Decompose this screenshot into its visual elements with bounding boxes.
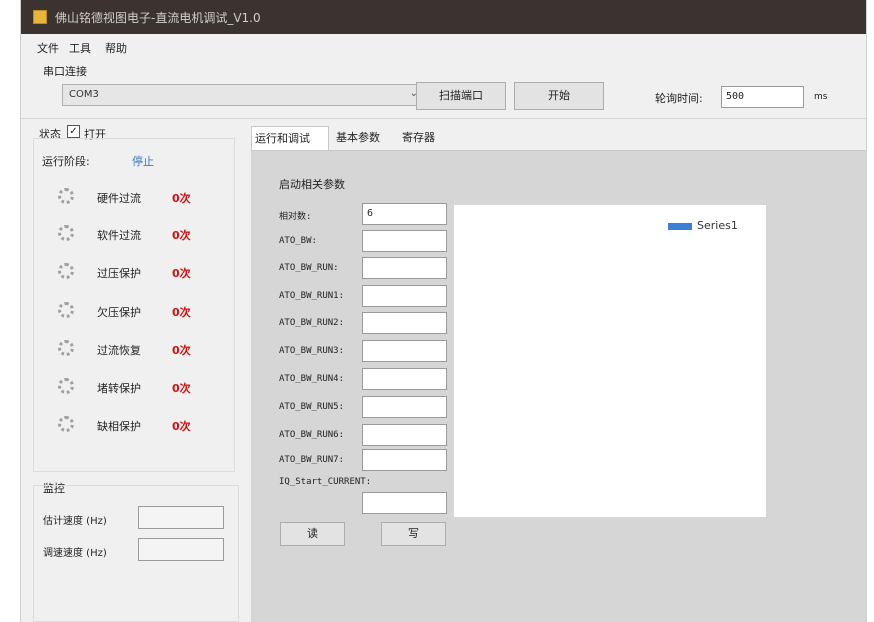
status-indicator-icon <box>58 225 74 241</box>
target-speed-field[interactable] <box>138 538 224 561</box>
param-label: ATO_BW_RUN1: <box>279 291 345 301</box>
poll-time-input[interactable]: 500 <box>721 86 804 108</box>
menu-bar: 文件 工具 帮助 <box>21 37 866 57</box>
protection-label: 堵转保护 <box>97 382 141 395</box>
status-indicator-icon <box>58 302 74 318</box>
param-input[interactable] <box>362 492 447 514</box>
serial-section-label: 串口连接 <box>43 65 87 78</box>
protection-label: 缺相保护 <box>97 420 141 433</box>
tab-strip: 运行和调试 基本参数 寄存器 <box>251 126 866 150</box>
write-button[interactable]: 写 <box>381 522 446 546</box>
param-label: ATO_BW_RUN5: <box>279 402 345 412</box>
startup-params-title: 启动相关参数 <box>279 178 345 191</box>
app-icon <box>33 10 47 24</box>
menu-help[interactable]: 帮助 <box>105 40 127 56</box>
run-stage-label: 运行阶段: <box>42 155 90 168</box>
est-speed-field[interactable] <box>138 506 224 529</box>
protection-count: 0次 <box>172 420 191 433</box>
chart-area <box>454 205 766 517</box>
param-input[interactable] <box>362 396 447 418</box>
param-input[interactable]: 6 <box>362 203 447 225</box>
status-indicator-icon <box>58 416 74 432</box>
target-speed-label: 调速速度 (Hz) <box>43 548 107 559</box>
status-indicator-icon <box>58 340 74 356</box>
protection-count: 0次 <box>172 192 191 205</box>
status-indicator-icon <box>58 378 74 394</box>
window-title: 佛山铭德视图电子-直流电机调试_V1.0 <box>55 11 261 25</box>
port-value: COM3 <box>69 89 99 100</box>
param-label: IQ_Start_CURRENT: <box>279 477 372 487</box>
param-label: ATO_BW_RUN2: <box>279 318 345 328</box>
legend-label: Series1 <box>697 219 738 232</box>
param-label: ATO_BW_RUN4: <box>279 374 345 384</box>
tab-run-debug[interactable]: 运行和调试 <box>251 126 329 150</box>
param-input[interactable] <box>362 449 447 471</box>
protection-count: 0次 <box>172 382 191 395</box>
read-button[interactable]: 读 <box>280 522 345 546</box>
param-input[interactable] <box>362 230 447 252</box>
protection-label: 硬件过流 <box>97 192 141 205</box>
app-window: 佛山铭德视图电子-直流电机调试_V1.0 文件 工具 帮助 串口连接 COM3 … <box>20 0 867 622</box>
menu-tools[interactable]: 工具 <box>69 40 91 56</box>
tab-basic-params[interactable]: 基本参数 <box>333 126 383 150</box>
status-indicator-icon <box>58 263 74 279</box>
param-label: 相对数: <box>279 212 312 222</box>
param-label: ATO_BW: <box>279 236 317 246</box>
protection-label: 欠压保护 <box>97 306 141 319</box>
protection-label: 过流恢复 <box>97 344 141 357</box>
protection-count: 0次 <box>172 306 191 319</box>
protection-label: 软件过流 <box>97 229 141 242</box>
param-label: ATO_BW_RUN: <box>279 263 339 273</box>
param-input[interactable] <box>362 368 447 390</box>
poll-time-label: 轮询时间: <box>655 92 703 105</box>
protection-label: 过压保护 <box>97 267 141 280</box>
scan-port-button[interactable]: 扫描端口 <box>416 82 506 110</box>
title-bar: 佛山铭德视图电子-直流电机调试_V1.0 <box>21 0 866 34</box>
legend-swatch <box>668 223 692 230</box>
param-input[interactable] <box>362 424 447 446</box>
param-label: ATO_BW_RUN6: <box>279 430 345 440</box>
param-input[interactable] <box>362 340 447 362</box>
poll-unit: ms <box>814 92 828 102</box>
est-speed-label: 估计速度 (Hz) <box>43 516 107 527</box>
open-checkbox[interactable]: ✓ <box>67 125 80 138</box>
run-stage-value: 停止 <box>132 155 154 168</box>
param-input[interactable] <box>362 285 447 307</box>
tab-registers[interactable]: 寄存器 <box>399 126 438 150</box>
protection-count: 0次 <box>172 267 191 280</box>
param-label: ATO_BW_RUN7: <box>279 455 345 465</box>
param-input[interactable] <box>362 257 447 279</box>
divider <box>21 118 866 119</box>
start-button[interactable]: 开始 <box>514 82 604 110</box>
protection-count: 0次 <box>172 229 191 242</box>
status-indicator-icon <box>58 188 74 204</box>
protection-count: 0次 <box>172 344 191 357</box>
port-combo[interactable]: COM3 ⌄ <box>62 84 427 106</box>
menu-file[interactable]: 文件 <box>37 40 59 56</box>
param-input[interactable] <box>362 312 447 334</box>
param-label: ATO_BW_RUN3: <box>279 346 345 356</box>
